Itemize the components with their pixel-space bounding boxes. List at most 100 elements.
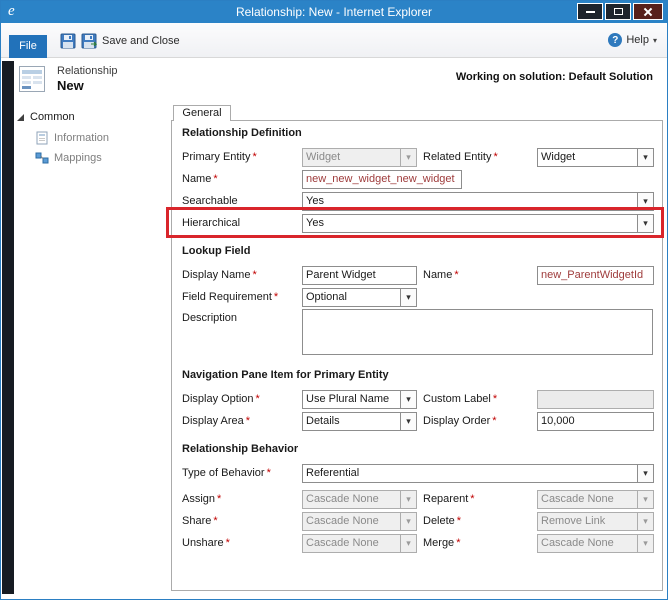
close-icon bbox=[643, 7, 653, 17]
section-title: Navigation Pane Item for Primary Entity bbox=[182, 369, 653, 381]
ie-window: e Relationship: New - Internet Explorer … bbox=[0, 0, 668, 600]
window-controls bbox=[577, 3, 663, 20]
expand-triangle-icon bbox=[17, 114, 24, 121]
section-lookup-field: Lookup Field Display Name* Name* Field R… bbox=[182, 245, 653, 357]
hierarchical-label: Hierarchical bbox=[182, 217, 302, 229]
dropdown-arrow-icon: ▾ bbox=[637, 513, 653, 530]
dropdown-arrow-icon: ▾ bbox=[400, 535, 416, 552]
required-marker: * bbox=[267, 467, 271, 479]
toolbar: File Save and Close ? Help ▾ bbox=[1, 23, 667, 58]
name-row: Name* bbox=[182, 169, 653, 189]
searchable-select[interactable]: Yes▾ bbox=[302, 192, 654, 211]
save-icon bbox=[60, 33, 76, 49]
left-dark-strip bbox=[2, 61, 14, 594]
navigation-sidebar: Common Information Mappings bbox=[17, 109, 167, 589]
required-marker: * bbox=[456, 537, 460, 549]
name-label: Name* bbox=[182, 173, 302, 185]
help-menu[interactable]: ? Help ▾ bbox=[608, 33, 657, 47]
required-marker: * bbox=[493, 393, 497, 405]
required-marker: * bbox=[213, 515, 217, 527]
form-panel: Relationship Definition Primary Entity* … bbox=[171, 120, 663, 591]
help-dropdown-arrow-icon: ▾ bbox=[653, 36, 657, 45]
lookup-name-label: Name* bbox=[423, 269, 537, 281]
save-and-close-button[interactable]: Save and Close bbox=[81, 31, 180, 51]
hierarchical-select[interactable]: Yes▾ bbox=[302, 214, 654, 233]
share-select: Cascade None▾ bbox=[302, 512, 417, 531]
delete-select: Remove Link▾ bbox=[537, 512, 654, 531]
sidebar-item-mappings[interactable]: Mappings bbox=[35, 151, 167, 165]
help-icon: ? bbox=[608, 33, 622, 47]
dropdown-arrow-icon: ▾ bbox=[400, 149, 416, 166]
related-entity-select[interactable]: Widget▾ bbox=[537, 148, 654, 167]
required-marker: * bbox=[454, 269, 458, 281]
lookup-name-input[interactable] bbox=[537, 266, 654, 285]
dropdown-arrow-icon: ▾ bbox=[637, 215, 653, 232]
required-marker: * bbox=[470, 493, 474, 505]
required-marker: * bbox=[252, 151, 256, 163]
sidebar-item-information[interactable]: Information bbox=[35, 131, 167, 145]
type-of-behavior-select[interactable]: Referential▾ bbox=[302, 464, 654, 483]
display-option-row: Display Option* Use Plural Name▾ Custom … bbox=[182, 389, 653, 409]
searchable-row: Searchable Yes▾ bbox=[182, 191, 653, 211]
record-name: New bbox=[57, 78, 84, 93]
custom-label-input bbox=[537, 390, 654, 409]
merge-label: Merge* bbox=[423, 537, 537, 549]
working-solution-label: Working on solution: Default Solution bbox=[456, 71, 653, 83]
display-name-row: Display Name* Name* bbox=[182, 265, 653, 285]
share-delete-row: Share* Cascade None▾ Delete* Remove Link… bbox=[182, 511, 653, 531]
dropdown-arrow-icon: ▾ bbox=[400, 513, 416, 530]
unshare-select: Cascade None▾ bbox=[302, 534, 417, 553]
sidebar-item-label: Information bbox=[54, 132, 109, 144]
field-requirement-select[interactable]: Optional▾ bbox=[302, 288, 417, 307]
primary-entity-row: Primary Entity* Widget▾ Related Entity* … bbox=[182, 147, 653, 167]
required-marker: * bbox=[274, 291, 278, 303]
record-type-label: Relationship bbox=[57, 65, 118, 77]
save-and-close-icon bbox=[81, 33, 97, 49]
required-marker: * bbox=[246, 415, 250, 427]
type-of-behavior-row: Type of Behavior* Referential▾ bbox=[182, 463, 653, 483]
dropdown-arrow-icon: ▾ bbox=[637, 465, 653, 482]
required-marker: * bbox=[457, 515, 461, 527]
required-marker: * bbox=[217, 493, 221, 505]
maximize-icon bbox=[614, 8, 623, 15]
maximize-button[interactable] bbox=[605, 3, 631, 20]
required-marker: * bbox=[226, 537, 230, 549]
help-label: Help bbox=[626, 34, 649, 46]
nav-group-common[interactable]: Common bbox=[17, 111, 167, 123]
display-name-input[interactable] bbox=[302, 266, 417, 285]
minimize-button[interactable] bbox=[577, 3, 603, 20]
section-title: Lookup Field bbox=[182, 245, 653, 257]
display-option-label: Display Option* bbox=[182, 393, 302, 405]
hierarchical-row: Hierarchical Yes▾ bbox=[182, 213, 653, 233]
dropdown-arrow-icon: ▾ bbox=[400, 491, 416, 508]
dropdown-arrow-icon: ▾ bbox=[400, 289, 416, 306]
display-area-label: Display Area* bbox=[182, 415, 302, 427]
name-input[interactable] bbox=[302, 170, 462, 189]
save-button[interactable] bbox=[58, 31, 78, 51]
display-order-input[interactable] bbox=[537, 412, 654, 431]
page-header: Relationship New Working on solution: De… bbox=[15, 58, 661, 105]
unshare-merge-row: Unshare* Cascade None▾ Merge* Cascade No… bbox=[182, 533, 653, 553]
related-entity-label: Related Entity* bbox=[423, 151, 537, 163]
tab-general[interactable]: General bbox=[173, 105, 231, 121]
display-option-select[interactable]: Use Plural Name▾ bbox=[302, 390, 417, 409]
custom-label-label: Custom Label* bbox=[423, 393, 537, 405]
section-relationship-behavior: Relationship Behavior Type of Behavior* … bbox=[182, 443, 653, 553]
reparent-label: Reparent* bbox=[423, 493, 537, 505]
section-navigation-pane: Navigation Pane Item for Primary Entity … bbox=[182, 369, 653, 431]
assign-reparent-row: Assign* Cascade None▾ Reparent* Cascade … bbox=[182, 489, 653, 509]
primary-entity-label: Primary Entity* bbox=[182, 151, 302, 163]
display-area-row: Display Area* Details▾ Display Order* bbox=[182, 411, 653, 431]
description-label: Description bbox=[182, 309, 302, 324]
required-marker: * bbox=[256, 393, 260, 405]
assign-select: Cascade None▾ bbox=[302, 490, 417, 509]
description-textarea[interactable] bbox=[302, 309, 653, 355]
field-requirement-label: Field Requirement* bbox=[182, 291, 302, 303]
display-area-select[interactable]: Details▾ bbox=[302, 412, 417, 431]
file-menu-button[interactable]: File bbox=[9, 35, 47, 58]
sidebar-item-label: Mappings bbox=[54, 152, 102, 164]
required-marker: * bbox=[213, 173, 217, 185]
primary-entity-select: Widget▾ bbox=[302, 148, 417, 167]
minimize-icon bbox=[586, 11, 595, 13]
close-button[interactable] bbox=[633, 3, 663, 20]
